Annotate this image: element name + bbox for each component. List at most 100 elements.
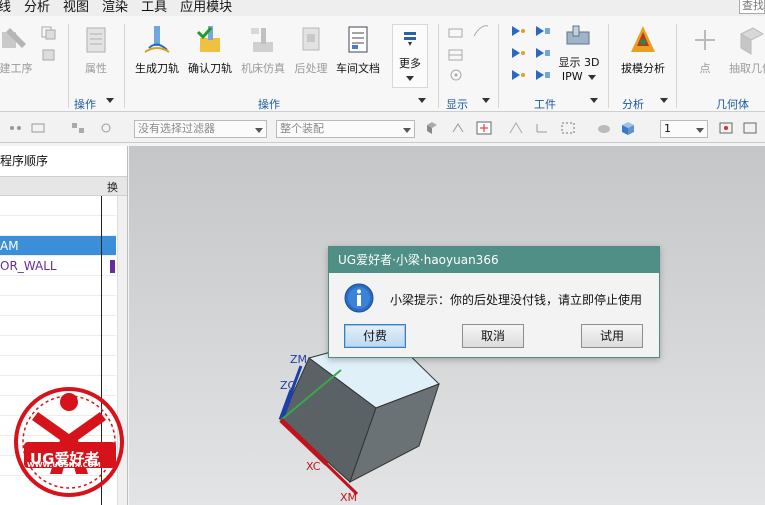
edit-icon[interactable] [40,48,58,62]
table-row[interactable] [0,356,116,376]
show-3d-ipw-button[interactable]: 显示 3D IPW [558,24,600,83]
info-icon [344,283,374,313]
confirm-toolpath-label: 确认刀轨 [188,62,232,75]
copy-icon[interactable] [40,26,58,40]
ribbon: 建工序 属性 操作 生成刀轨 确认刀轨 机床仿真 后处理 车间文档 更多 操作 … [0,16,765,112]
assembly-scope-select[interactable]: 整个装配 [276,120,415,138]
fit-view-icon[interactable] [718,121,734,135]
workpiece-icon-f[interactable] [534,68,552,82]
properties-icon [86,27,106,53]
draft-analysis-button[interactable]: 拔模分析 [618,24,668,76]
table-row[interactable] [0,196,116,216]
snap-point-icon[interactable] [450,121,466,135]
draft-analysis-label: 拔模分析 [621,62,665,75]
group-dropdown-arrow[interactable] [590,98,598,103]
postprocess-button[interactable]: 后处理 [292,24,330,76]
ipw-dropdown-arrow [588,75,597,80]
generate-toolpath-button[interactable]: 生成刀轨 [133,24,181,76]
workpiece-icon-a[interactable] [510,24,528,38]
type-filter-select[interactable]: 没有选择过滤器 [134,120,267,138]
list-icon[interactable] [447,48,465,62]
properties-label: 属性 [85,62,107,75]
filter-icon[interactable] [30,121,46,135]
separator [68,24,69,108]
menu-item-app-modules[interactable]: 应用模块 [180,0,232,16]
payment-dialog: UG爱好者·小梁·haoyuan366 小梁提示：你的后处理没付钱，请立即停止使… [328,246,660,358]
snap-icon[interactable] [98,121,114,135]
table-row[interactable] [0,316,116,336]
workpiece-icon-c[interactable] [510,46,528,60]
menu-item-analysis[interactable]: 分析 [24,0,50,16]
navigator-title: 程序顺序 [0,154,49,168]
move-icon[interactable] [508,121,524,135]
curve-icon[interactable] [472,24,490,38]
navigator-header: 换 [0,176,127,196]
display-toolpath-icon[interactable] [447,26,465,40]
workpiece-icon-e[interactable] [510,68,528,82]
table-row[interactable] [0,216,116,236]
machine-simulation-button[interactable]: 机床仿真 [238,24,288,76]
create-operation-label: 建工序 [0,62,33,75]
group-dropdown-arrow[interactable] [660,98,668,103]
point-constructor-icon[interactable] [476,121,492,135]
ug-enthusiast-logo [14,387,124,497]
create-operation-icon [2,28,26,48]
create-operation-button[interactable]: 建工序 [0,24,36,76]
scope-dropdown-arrow[interactable] [403,128,411,133]
more-button[interactable]: 更多 [392,24,428,88]
generate-toolpath-icon [144,26,170,53]
shop-document-button[interactable]: 车间文档 [334,24,382,76]
table-row[interactable] [0,296,116,316]
menu-item-view[interactable]: 视图 [63,0,89,16]
table-row[interactable]: AM [0,236,116,256]
postprocess-icon [302,27,320,51]
dialog-message: 小梁提示：你的后处理没付钱，请立即停止使用 [390,293,643,307]
group-label-display: 显示 [446,98,468,111]
logo-url: WWW.UGSNX.COM [27,461,101,469]
properties-button[interactable]: 属性 [78,24,114,76]
select-icon[interactable] [8,121,24,135]
draft-analysis-icon [631,26,655,52]
separator [498,24,499,108]
solid-cube-icon[interactable] [620,121,636,135]
show-3d-label: 显示 3D [558,56,600,69]
separator [124,24,125,108]
more-icon [404,32,416,46]
component-icon[interactable] [424,121,440,135]
target-icon[interactable] [447,68,465,82]
select-mode-icon[interactable] [70,121,86,135]
table-row[interactable] [0,336,116,356]
point-button[interactable]: 点 [690,24,720,76]
group-dropdown-arrow[interactable] [418,98,426,103]
quantity-dropdown-arrow[interactable] [696,128,704,133]
confirm-toolpath-button[interactable]: 确认刀轨 [186,24,234,76]
more-label: 更多 [399,57,421,70]
search-input[interactable]: 查找 [739,0,765,14]
more-dropdown-arrow [406,76,414,81]
workpiece-icon-b[interactable] [534,24,552,38]
zoom-icon[interactable] [742,121,758,135]
pay-button[interactable]: 付费 [344,324,406,348]
dialog-title: UG爱好者·小梁·haoyuan366 [329,247,659,273]
menu-item-render[interactable]: 渲染 [102,0,128,16]
box-select-icon[interactable] [560,121,576,135]
csys-icon[interactable] [534,121,550,135]
group-label-workpiece: 工件 [534,98,556,111]
extract-geometry-button[interactable]: 抽取几何 [726,24,765,76]
ipw-icon [566,25,590,45]
menu-item-line[interactable]: 线 [0,0,11,16]
group-dropdown-arrow[interactable] [106,98,114,103]
filter-dropdown-arrow[interactable] [255,128,263,133]
table-row[interactable] [0,276,116,296]
shaded-icon[interactable] [596,121,612,135]
point-icon [695,30,715,50]
menu-bar: 线 分析 视图 渲染 工具 应用模块 查找 [0,0,765,16]
cancel-button[interactable]: 取消 [462,324,524,348]
navigator-column-tool-change[interactable]: 换 [107,179,118,195]
group-dropdown-arrow[interactable] [482,98,490,103]
separator [608,24,609,108]
table-row[interactable]: OR_WALL [0,256,116,276]
trial-button[interactable]: 试用 [581,324,643,348]
workpiece-icon-d[interactable] [534,46,552,60]
menu-item-tools[interactable]: 工具 [141,0,167,16]
